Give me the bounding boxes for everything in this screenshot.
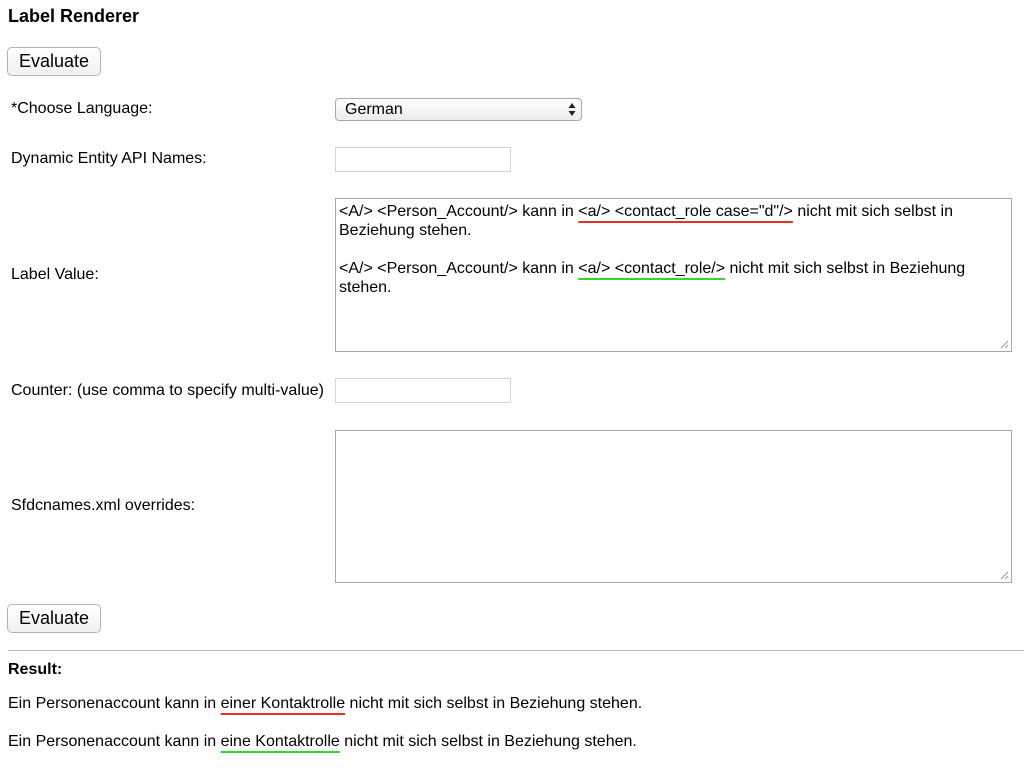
result-line-2: Ein Personenaccount kann in eine Kontakt… — [8, 733, 637, 750]
evaluate-button-bottom[interactable]: Evaluate — [7, 604, 102, 633]
incorrect-result-highlight: einer Kontaktrolle — [220, 695, 346, 712]
language-select[interactable]: German — [335, 98, 582, 121]
label-value-label: Label Value: — [11, 266, 99, 283]
dynamic-entity-input[interactable] — [335, 147, 511, 172]
up-down-arrows-icon — [568, 103, 576, 116]
incorrect-tag-highlight: <a/> <contact_role case="d"/> — [578, 203, 793, 220]
resize-grip-icon[interactable] — [1000, 340, 1009, 349]
correct-tag-highlight: <a/> <contact_role/> — [578, 260, 726, 277]
evaluate-button-top[interactable]: Evaluate — [7, 47, 102, 76]
overrides-textarea[interactable] — [335, 430, 1012, 583]
page-title: Label Renderer — [8, 6, 140, 26]
resize-grip-icon[interactable] — [1000, 571, 1009, 580]
dynamic-entity-label: Dynamic Entity API Names: — [11, 150, 207, 167]
overrides-label: Sfdcnames.xml overrides: — [11, 497, 196, 514]
label-value-line-2: <A/> <Person_Account/> kann in <a/> <con… — [339, 260, 966, 296]
correct-result-highlight: eine Kontaktrolle — [220, 733, 340, 750]
result-heading: Result: — [8, 661, 63, 678]
label-value-textarea[interactable]: <A/> <Person_Account/> kann in <a/> <con… — [335, 198, 1012, 352]
language-label: *Choose Language: — [11, 100, 153, 117]
result-divider — [8, 650, 1024, 651]
counter-label: Counter: (use comma to specify multi-val… — [11, 382, 324, 399]
label-value-line-1: <A/> <Person_Account/> kann in <a/> <con… — [339, 203, 953, 239]
result-line-1: Ein Personenaccount kann in einer Kontak… — [8, 695, 643, 712]
language-selected-value: German — [345, 101, 403, 118]
counter-input[interactable] — [335, 378, 511, 403]
